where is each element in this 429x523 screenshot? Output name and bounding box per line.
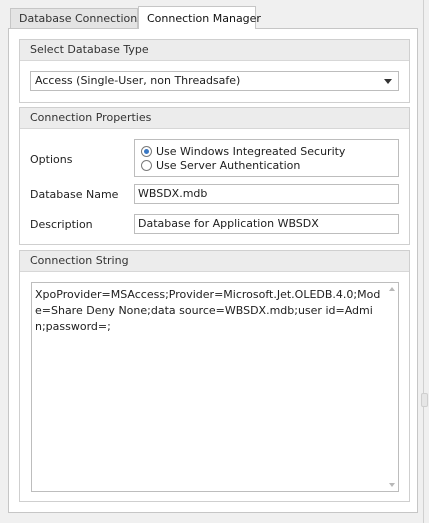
connection-string-scrollbar[interactable] bbox=[386, 283, 398, 491]
database-name-input[interactable]: WBSDX.mdb bbox=[134, 184, 399, 204]
group-header-connection-string: Connection String bbox=[20, 251, 409, 272]
scroll-down-arrow-icon[interactable] bbox=[389, 483, 395, 487]
radio-checked-icon[interactable] bbox=[141, 146, 152, 157]
options-label: Options bbox=[30, 153, 73, 166]
tab-bar: Database Connections Connection Manager bbox=[0, 0, 429, 29]
database-name-label: Database Name bbox=[30, 188, 119, 201]
radio-unchecked-icon[interactable] bbox=[141, 160, 152, 171]
chevron-down-icon[interactable] bbox=[384, 79, 392, 84]
connection-string-text: XpoProvider=MSAccess;Provider=Microsoft.… bbox=[35, 288, 381, 333]
tab-database-connections[interactable]: Database Connections bbox=[10, 8, 143, 28]
description-input[interactable]: Database for Application WBSDX bbox=[134, 214, 399, 234]
scroll-up-arrow-icon[interactable] bbox=[389, 287, 395, 291]
authentication-options-radio-group: Use Windows Integreated Security Use Ser… bbox=[134, 139, 399, 177]
group-header-database-type: Select Database Type bbox=[20, 40, 409, 61]
splitter-handle[interactable] bbox=[421, 393, 428, 407]
connection-properties-group: Connection Properties Options Use Window… bbox=[19, 107, 410, 245]
group-header-connection-properties: Connection Properties bbox=[20, 108, 409, 129]
database-type-dropdown[interactable]: Access (Single-User, non Threadsafe) bbox=[30, 71, 399, 91]
radio-server-authentication-label: Use Server Authentication bbox=[156, 159, 301, 172]
select-database-type-group: Select Database Type Access (Single-User… bbox=[19, 39, 410, 103]
radio-windows-security-label: Use Windows Integreated Security bbox=[156, 145, 346, 158]
connection-string-group: Connection String XpoProvider=MSAccess;P… bbox=[19, 250, 410, 502]
splitter-line bbox=[423, 0, 424, 523]
description-label: Description bbox=[30, 218, 93, 231]
tab-connection-manager[interactable]: Connection Manager bbox=[138, 6, 261, 29]
database-type-selected-value: Access (Single-User, non Threadsafe) bbox=[35, 74, 241, 87]
connection-string-textarea[interactable]: XpoProvider=MSAccess;Provider=Microsoft.… bbox=[31, 282, 399, 492]
